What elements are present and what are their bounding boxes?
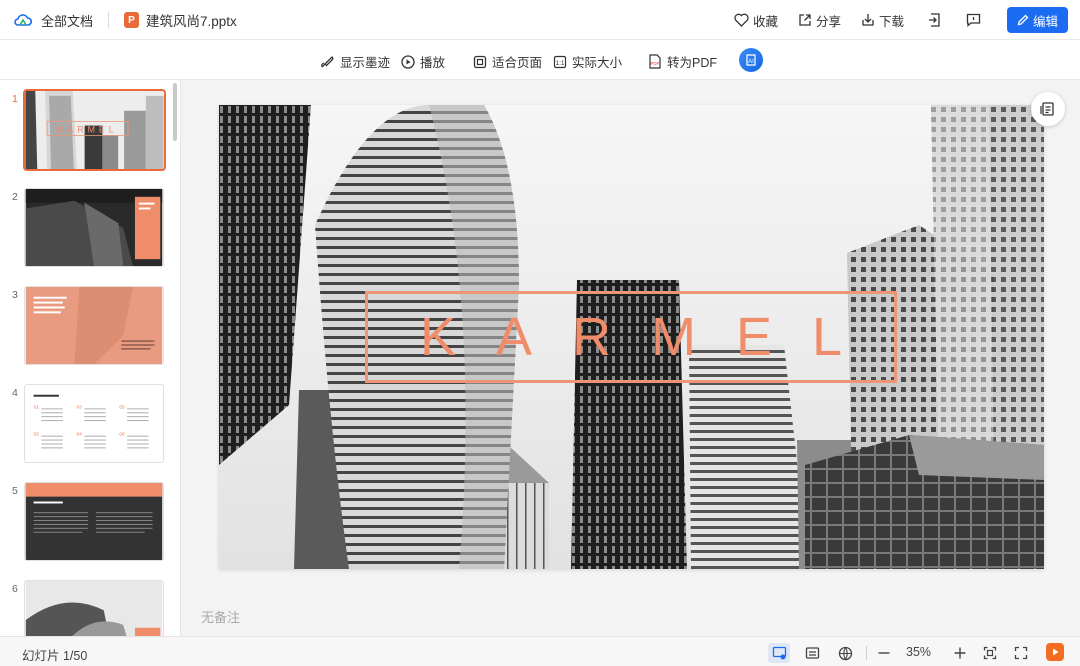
fit-window-button[interactable] (979, 643, 1001, 663)
speaker-notes[interactable]: 无备注 (201, 607, 240, 626)
svg-text:02: 02 (34, 432, 40, 438)
show-ink-label: 显示墨迹 (340, 56, 391, 70)
thumbnail-item[interactable]: 3 (0, 286, 170, 370)
status-bar: 幻灯片 1/50 35% (0, 636, 1080, 666)
slide-title: KARMEL (419, 307, 883, 367)
share-icon (799, 14, 811, 26)
pencil-icon (1017, 14, 1029, 26)
thumbnail-image (24, 580, 164, 636)
edit-label: 编辑 (1032, 14, 1058, 29)
minus-icon (878, 652, 890, 654)
thumbnail-item[interactable]: 2 (0, 188, 170, 272)
download-button[interactable]: 下载 (861, 11, 904, 30)
fit-page-label: 适合页面 (492, 56, 543, 70)
slide-title-frame: KARMEL (365, 291, 897, 383)
to-pdf-label: 转为PDF (667, 56, 718, 70)
thumbnail-image (24, 482, 164, 561)
thumbnail-image: KARMEL (23, 89, 166, 171)
comment-button[interactable] (966, 13, 981, 27)
exit-doc-button[interactable] (928, 13, 942, 27)
svg-text:06: 06 (119, 432, 125, 438)
thumbnail-item[interactable]: 5 (0, 482, 170, 566)
svg-text:03: 03 (76, 404, 82, 410)
share-label: 分享 (815, 14, 841, 29)
thumbnail-number: 4 (12, 387, 18, 399)
thumbnail-number: 5 (12, 485, 18, 497)
all-docs-link[interactable]: 全部文档 (41, 11, 93, 30)
thumbnail-item[interactable]: 1 KARMEL (0, 89, 170, 174)
ai-icon: AI (746, 54, 756, 66)
cloud-icon (14, 14, 32, 26)
play-icon (1053, 648, 1059, 656)
fullscreen-button[interactable] (1010, 643, 1032, 663)
play-button[interactable]: 播放 (401, 52, 445, 71)
thumbnail-image (24, 286, 164, 365)
thumbnail-item[interactable]: 6 (0, 580, 170, 636)
actual-size-icon: 1:1 (553, 55, 567, 68)
normal-view-button[interactable] (768, 643, 790, 663)
download-icon (862, 14, 874, 26)
thumbnail-image (24, 188, 164, 267)
svg-text:05: 05 (119, 404, 125, 410)
language-button[interactable] (834, 643, 856, 663)
slide-view-icon (772, 646, 786, 660)
zoom-in-button[interactable] (949, 643, 971, 663)
fullscreen-icon (1014, 646, 1028, 660)
favorite-button[interactable]: 收藏 (734, 11, 778, 30)
heart-icon (734, 13, 749, 27)
notes-icon (805, 647, 819, 659)
plus-icon (954, 647, 966, 659)
thumbnail-number: 3 (12, 289, 18, 301)
fit-window-icon (983, 646, 997, 660)
top-header: 全部文档 P 建筑风尚7.pptx 收藏 分享 下载 编辑 (0, 0, 1080, 40)
thumbnail-number: 2 (12, 191, 18, 203)
actual-size-button[interactable]: 1:1 实际大小 (553, 52, 622, 71)
view-toolbar: 显示墨迹 播放 适合页面 1:1 实际大小 PDF 转为PDF (0, 40, 1080, 80)
play-circle-icon (401, 54, 415, 69)
actual-size-label: 实际大小 (572, 56, 623, 70)
svg-text:04: 04 (76, 432, 82, 438)
share-button[interactable]: 分享 (798, 11, 841, 30)
header-left: 全部文档 P 建筑风尚7.pptx (14, 0, 237, 40)
edit-button[interactable]: 编辑 (1007, 7, 1068, 33)
thumbnail-number: 1 (12, 93, 18, 105)
slide-canvas[interactable]: KARMEL (219, 105, 1044, 569)
thumbnail-image: 01 03 05 02 04 06 (24, 384, 164, 463)
header-actions: 收藏 分享 下载 编辑 (714, 0, 1068, 40)
download-label: 下载 (878, 14, 904, 29)
slideshow-play-button[interactable] (1046, 643, 1064, 661)
thumbnail-number: 6 (12, 583, 18, 595)
header-divider (108, 12, 110, 28)
notes-view-button[interactable] (801, 643, 823, 663)
status-divider (866, 646, 867, 660)
thumbnail-scrollbar[interactable] (173, 83, 177, 141)
notes-panel-icon (1040, 102, 1054, 116)
slide-counter: 幻灯片 1/50 (22, 649, 88, 663)
zoom-level[interactable]: 35% (906, 645, 931, 659)
svg-text:AI: AI (748, 59, 754, 65)
ppt-file-icon: P (124, 12, 140, 28)
exit-icon (929, 13, 940, 27)
fit-page-icon (473, 55, 487, 68)
svg-text:PDF: PDF (651, 61, 660, 66)
pdf-convert-icon: PDF (649, 54, 661, 69)
favorite-label: 收藏 (752, 14, 778, 29)
slide-thumbnail-panel: 1 KARMEL 2 3 4 01 03 05 02 04 06 5 6 (0, 80, 181, 636)
comment-icon (966, 13, 981, 27)
ink-pen-icon (321, 56, 334, 68)
file-name: 建筑风尚7.pptx (146, 14, 237, 29)
svg-text:01: 01 (34, 404, 40, 410)
svg-text:1:1: 1:1 (555, 60, 564, 67)
thumbnail-item[interactable]: 4 01 03 05 02 04 06 (0, 384, 170, 468)
fit-page-button[interactable]: 适合页面 (473, 52, 542, 71)
globe-icon (838, 646, 852, 661)
ai-assistant-button[interactable]: AI (739, 48, 763, 72)
zoom-out-button[interactable] (873, 643, 895, 663)
play-label: 播放 (420, 56, 446, 70)
show-ink-button[interactable]: 显示墨迹 (320, 52, 390, 71)
svg-text:KARMEL: KARMEL (57, 124, 117, 134)
to-pdf-button[interactable]: PDF 转为PDF (648, 52, 717, 71)
slide-notes-toggle-button[interactable] (1031, 92, 1065, 126)
